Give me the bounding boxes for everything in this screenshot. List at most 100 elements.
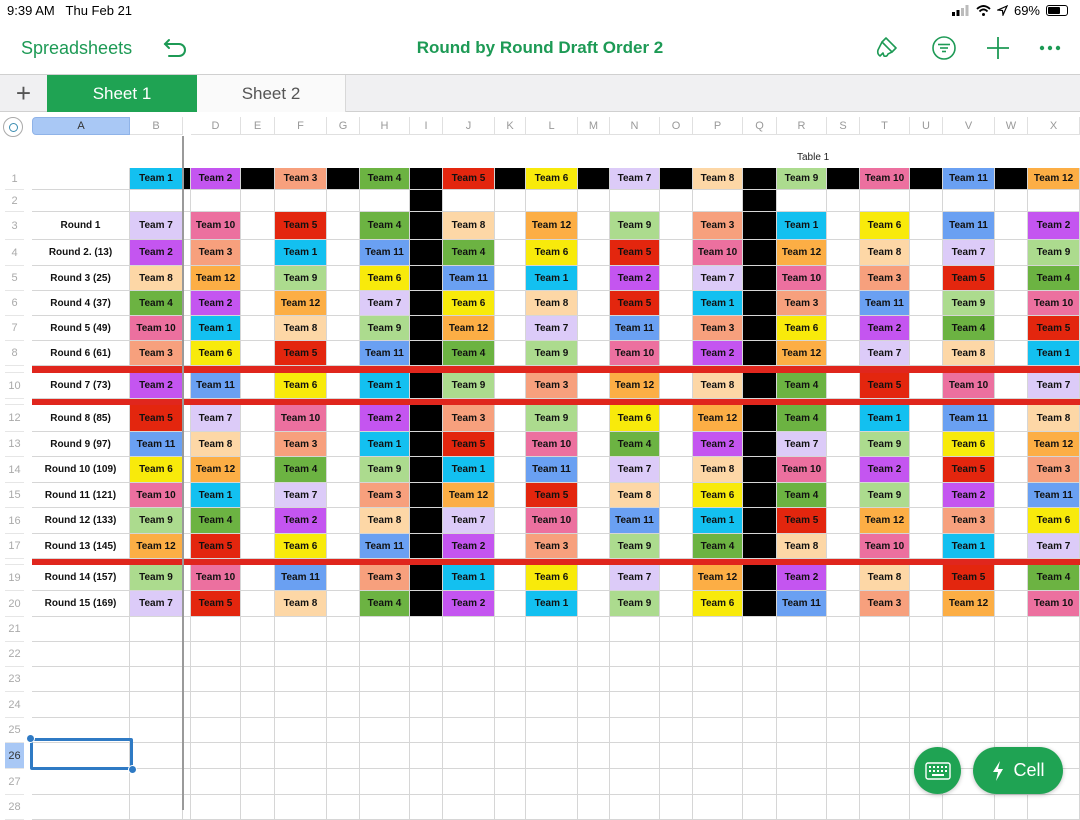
pick-cell[interactable]: Team 6 (777, 316, 827, 341)
empty-cell[interactable] (241, 373, 275, 399)
tab-sheet-2[interactable]: Sheet 2 (197, 75, 346, 112)
empty-cell[interactable] (943, 642, 995, 667)
empty-cell[interactable] (995, 642, 1028, 667)
pick-cell[interactable]: Team 7 (1028, 534, 1080, 559)
empty-cell[interactable] (495, 341, 526, 366)
empty-cell[interactable] (660, 341, 693, 366)
empty-cell[interactable] (578, 240, 610, 266)
empty-cell[interactable] (130, 692, 183, 718)
pick-cell[interactable]: Team 9 (130, 508, 183, 534)
empty-cell[interactable] (943, 617, 995, 642)
empty-cell[interactable] (130, 718, 183, 743)
empty-cell[interactable] (660, 795, 693, 820)
format-brush-icon[interactable] (874, 34, 902, 62)
pick-cell[interactable]: Team 12 (693, 565, 743, 591)
empty-cell[interactable] (191, 769, 241, 795)
pick-cell[interactable]: Team 7 (693, 266, 743, 291)
empty-cell[interactable] (995, 212, 1028, 240)
header-team-cell[interactable]: Team 3 (275, 168, 327, 190)
empty-cell[interactable] (578, 291, 610, 316)
empty-cell[interactable] (995, 405, 1028, 432)
column-header-u[interactable]: U (910, 117, 943, 135)
empty-cell[interactable] (275, 743, 327, 769)
pick-cell[interactable]: Team 3 (777, 291, 827, 316)
empty-cell[interactable] (327, 291, 360, 316)
blocker-cell[interactable] (743, 508, 777, 534)
blocker-cell[interactable] (410, 591, 443, 617)
empty-cell[interactable] (443, 769, 495, 795)
pick-cell[interactable]: Team 5 (860, 373, 910, 399)
pick-cell[interactable]: Team 12 (1028, 432, 1080, 457)
pick-cell[interactable]: Team 10 (526, 432, 578, 457)
empty-cell[interactable] (241, 743, 275, 769)
empty-cell[interactable] (910, 591, 943, 617)
blocker-cell[interactable] (743, 168, 777, 190)
blocker-cell[interactable] (410, 457, 443, 483)
empty-cell[interactable] (191, 190, 241, 212)
empty-cell[interactable] (578, 432, 610, 457)
empty-cell[interactable] (743, 617, 777, 642)
empty-cell[interactable] (241, 534, 275, 559)
pick-cell[interactable]: Team 6 (610, 405, 660, 432)
pick-cell[interactable]: Team 1 (1028, 341, 1080, 366)
empty-cell[interactable] (860, 667, 910, 692)
pick-cell[interactable]: Team 3 (1028, 457, 1080, 483)
pick-cell[interactable]: Team 11 (943, 212, 995, 240)
header-team-cell[interactable]: Team 10 (860, 168, 910, 190)
pick-cell[interactable]: Team 7 (610, 457, 660, 483)
pick-cell[interactable]: Team 10 (693, 240, 743, 266)
column-header-v[interactable]: V (943, 117, 995, 135)
blocker-cell[interactable] (410, 373, 443, 399)
empty-cell[interactable] (327, 617, 360, 642)
empty-cell[interactable] (241, 432, 275, 457)
empty-cell[interactable] (660, 266, 693, 291)
empty-cell[interactable] (410, 692, 443, 718)
empty-cell[interactable] (327, 692, 360, 718)
empty-cell[interactable] (495, 190, 526, 212)
empty-cell[interactable] (495, 743, 526, 769)
empty-cell[interactable] (275, 190, 327, 212)
column-header-e[interactable]: E (241, 117, 275, 135)
pick-cell[interactable]: Team 8 (526, 291, 578, 316)
empty-cell[interactable] (743, 795, 777, 820)
empty-cell[interactable] (578, 591, 610, 617)
round-label[interactable]: Round 15 (169) (32, 591, 130, 617)
add-sheet-button[interactable]: + (0, 75, 47, 112)
empty-cell[interactable] (860, 743, 910, 769)
empty-cell[interactable] (827, 341, 860, 366)
empty-cell[interactable] (360, 718, 410, 743)
pick-cell[interactable]: Team 8 (1028, 405, 1080, 432)
pick-cell[interactable]: Team 7 (130, 591, 183, 617)
row-header-28[interactable]: 28 (5, 795, 24, 820)
empty-cell[interactable] (183, 591, 191, 617)
blocker-cell[interactable] (410, 240, 443, 266)
empty-cell[interactable] (1028, 692, 1080, 718)
empty-cell[interactable] (495, 291, 526, 316)
empty-cell[interactable] (241, 316, 275, 341)
row-header-2[interactable]: 2 (5, 190, 24, 212)
empty-cell[interactable] (183, 266, 191, 291)
empty-cell[interactable] (827, 508, 860, 534)
empty-cell[interactable] (910, 565, 943, 591)
empty-cell[interactable] (660, 405, 693, 432)
pick-cell[interactable]: Team 5 (275, 212, 327, 240)
empty-cell[interactable] (327, 212, 360, 240)
empty-cell[interactable] (943, 667, 995, 692)
empty-cell[interactable] (777, 743, 827, 769)
pick-cell[interactable]: Team 10 (943, 373, 995, 399)
empty-cell[interactable] (183, 405, 191, 432)
pick-cell[interactable]: Team 11 (275, 565, 327, 591)
blocker-cell[interactable] (410, 168, 443, 190)
empty-cell[interactable] (910, 667, 943, 692)
row-header-21[interactable]: 21 (5, 617, 24, 642)
empty-cell[interactable] (241, 405, 275, 432)
empty-cell[interactable] (578, 508, 610, 534)
empty-cell[interactable] (183, 240, 191, 266)
pick-cell[interactable]: Team 10 (275, 405, 327, 432)
empty-cell[interactable] (183, 190, 191, 212)
empty-cell[interactable] (693, 667, 743, 692)
empty-cell[interactable] (693, 718, 743, 743)
empty-cell[interactable] (495, 769, 526, 795)
empty-cell[interactable] (610, 667, 660, 692)
empty-cell[interactable] (443, 642, 495, 667)
